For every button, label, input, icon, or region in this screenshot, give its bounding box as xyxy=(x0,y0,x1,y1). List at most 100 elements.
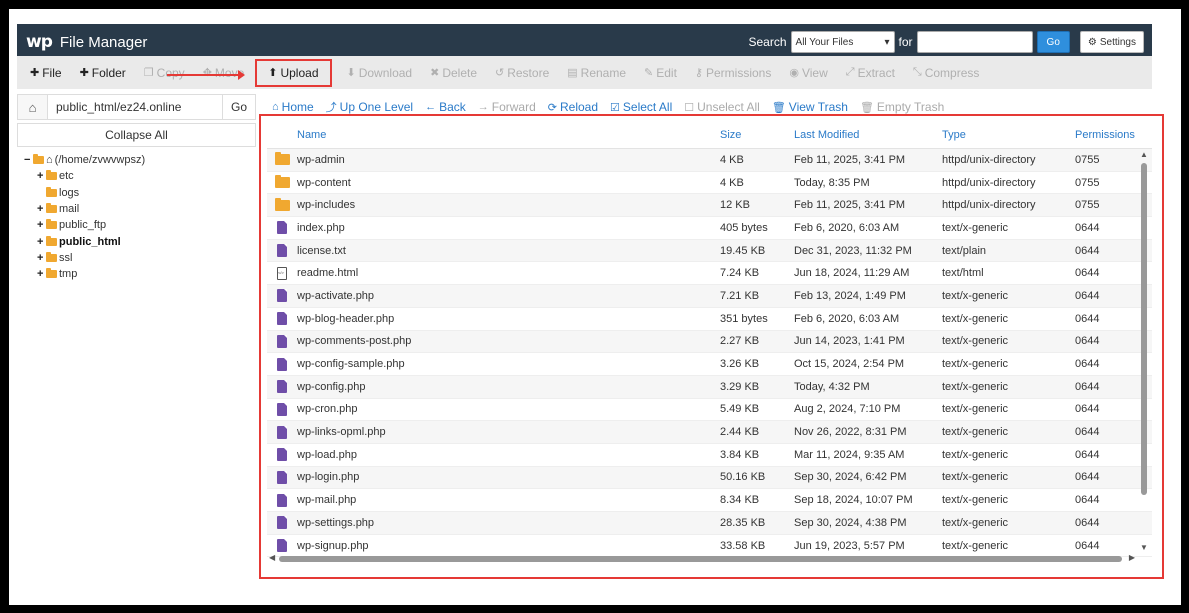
toolbar-copy-button[interactable]: ❐ Copy xyxy=(135,61,194,85)
trash-icon: 🗑 xyxy=(859,101,874,114)
nav-empty-trash-button[interactable]: 🗑 Empty Trash xyxy=(854,100,950,114)
table-row[interactable]: index.php 405 bytes Feb 6, 2020, 6:03 AM te… xyxy=(267,217,1152,240)
checkbox-checked-icon: ☑ xyxy=(610,101,620,114)
scroll-thumb-horizontal[interactable] xyxy=(279,556,1122,562)
tree-item[interactable]: + etc xyxy=(24,168,145,184)
file-size: 2.44 KB xyxy=(720,426,760,439)
file-name: wp-links-opml.php xyxy=(297,426,386,439)
tree-item[interactable]: + tmp xyxy=(24,266,145,282)
toolbar-download-button[interactable]: ⬇ Download xyxy=(338,61,422,85)
expand-icon[interactable]: + xyxy=(37,236,46,248)
path-go-button[interactable]: Go xyxy=(222,95,255,119)
rename-icon: ▤ xyxy=(567,67,578,79)
search-scope-select[interactable]: All Your Files ▾ xyxy=(790,31,895,53)
table-row[interactable]: wp-blog-header.php 351 bytes Feb 6, 2020, … xyxy=(267,308,1152,331)
table-row[interactable]: wp-admin 4 KB Feb 11, 2025, 3:41 PM httpd/u… xyxy=(267,149,1152,172)
file-permissions: 0755 xyxy=(1075,153,1100,166)
nav-label: Home xyxy=(281,100,314,114)
toolbar-edit-button[interactable]: ✎ Edit xyxy=(635,61,686,85)
file-type: text/html xyxy=(942,267,984,280)
table-row[interactable]: readme.html 7.24 KB Jun 18, 2024, 11:29 AM… xyxy=(267,262,1152,286)
up-level-icon: ⤴ xyxy=(325,102,337,114)
home-icon[interactable]: ⌂ xyxy=(18,95,48,119)
table-row[interactable]: wp-config.php 3.29 KB Today, 4:32 PM text/x… xyxy=(267,375,1152,399)
toolbar-delete-button[interactable]: ✖ Delete xyxy=(421,61,486,85)
file-size: 12 KB xyxy=(720,199,750,212)
table-row[interactable]: wp-content 4 KB Today, 8:35 PM httpd/unix-d… xyxy=(267,172,1152,195)
expand-icon[interactable]: + xyxy=(37,203,46,215)
expand-icon[interactable]: + xyxy=(37,219,46,231)
search-area: Search All Your Files ▾ for Go ⚙ Setting… xyxy=(749,31,1144,53)
tree-item[interactable]: + public_html xyxy=(24,233,145,249)
toolbar-upload-button[interactable]: ⬆ Upload xyxy=(255,58,332,87)
file-permissions: 0755 xyxy=(1075,199,1100,212)
table-row[interactable]: wp-activate.php 7.21 KB Feb 13, 2024, 1:49… xyxy=(267,285,1152,308)
toolbar-extract-button[interactable]: ⤢ Extract xyxy=(837,61,904,85)
nav-unselect-all-button[interactable]: ☐ Unselect All xyxy=(678,100,766,114)
file-name: wp-comments-post.php xyxy=(297,335,412,348)
nav-back-button[interactable]: ← Back xyxy=(419,100,472,114)
tree-item[interactable]: logs xyxy=(24,185,145,201)
collapse-all-button[interactable]: Collapse All xyxy=(17,123,256,147)
scroll-left-icon[interactable]: ◀ xyxy=(269,553,275,562)
table-row[interactable]: wp-cron.php 5.49 KB Aug 2, 2024, 7:10 PM te… xyxy=(267,399,1152,422)
tree-item[interactable]: + mail xyxy=(24,201,145,217)
table-row[interactable]: wp-config-sample.php 3.26 KB Oct 15, 2024,… xyxy=(267,353,1152,376)
scroll-thumb[interactable] xyxy=(1141,163,1147,495)
expand-icon[interactable]: + xyxy=(37,252,46,264)
path-input[interactable]: public_html/ez24.online xyxy=(48,95,222,119)
expand-icon[interactable]: + xyxy=(37,268,46,280)
html-file-icon xyxy=(267,266,297,280)
table-row[interactable]: wp-load.php 3.84 KB Mar 11, 2024, 9:35 AM t… xyxy=(267,444,1152,467)
folder-icon xyxy=(46,170,57,181)
scroll-up-icon[interactable]: ▲ xyxy=(1140,150,1148,159)
toolbar-view-button[interactable]: ◉ View xyxy=(780,61,836,85)
nav-select-all-button[interactable]: ☑ Select All xyxy=(604,100,678,114)
collapse-icon[interactable]: − xyxy=(24,154,33,166)
column-size[interactable]: Size xyxy=(720,129,794,141)
file-type: httpd/unix-directory xyxy=(942,199,1036,212)
nav-view-trash-button[interactable]: 🗑 View Trash xyxy=(766,100,854,114)
move-icon: ✥ xyxy=(202,67,212,79)
column-last-modified[interactable]: Last Modified xyxy=(794,129,942,141)
file-modified: Feb 6, 2020, 6:03 AM xyxy=(794,221,900,234)
column-name[interactable]: Name xyxy=(297,129,720,141)
file-type: text/plain xyxy=(942,244,987,257)
toolbar-permissions-button[interactable]: ⚷ Permissions xyxy=(686,61,780,85)
settings-button[interactable]: ⚙ Settings xyxy=(1079,31,1144,53)
table-row[interactable]: wp-links-opml.php 2.44 KB Nov 26, 2022, 8:… xyxy=(267,421,1152,444)
file-size: 7.24 KB xyxy=(720,267,760,280)
column-type[interactable]: Type xyxy=(942,129,1075,141)
scroll-down-icon[interactable]: ▼ xyxy=(1140,543,1148,552)
table-row[interactable]: wp-comments-post.php 2.27 KB Jun 14, 2023,… xyxy=(267,330,1152,354)
nav-label: Select All xyxy=(622,100,673,114)
table-row[interactable]: wp-login.php 50.16 KB Sep 30, 2024, 6:42 P… xyxy=(267,466,1152,490)
table-row[interactable]: wp-includes 12 KB Feb 11, 2025, 3:41 PM htt… xyxy=(267,194,1152,218)
table-row[interactable]: wp-mail.php 8.34 KB Sep 18, 2024, 10:07 PM… xyxy=(267,489,1152,512)
file-icon xyxy=(267,539,297,553)
toolbar-compress-button[interactable]: ⤡ Compress xyxy=(904,61,989,85)
tree-item[interactable]: + public_ftp xyxy=(24,217,145,233)
expand-icon[interactable]: + xyxy=(37,170,46,182)
column-permissions[interactable]: Permissions xyxy=(1075,129,1145,141)
toolbar-folder-button[interactable]: ✚ Folder xyxy=(71,61,135,85)
tree-item[interactable]: + ssl xyxy=(24,250,145,266)
toolbar-file-button[interactable]: ✚ File xyxy=(21,61,71,85)
toolbar-rename-button[interactable]: ▤ Rename xyxy=(558,61,635,85)
search-input[interactable] xyxy=(916,31,1033,53)
vertical-scrollbar[interactable]: ▲ ▼ xyxy=(1138,150,1150,552)
table-row[interactable]: license.txt 19.45 KB Dec 31, 2023, 11:32 P… xyxy=(267,239,1152,263)
horizontal-scrollbar[interactable]: ◀ ▶ xyxy=(267,553,1137,565)
file-modified: Mar 11, 2024, 9:35 AM xyxy=(794,448,905,461)
file-size: 33.58 KB xyxy=(720,539,766,552)
nav-reload-button[interactable]: ⟳ Reload xyxy=(542,100,604,114)
nav-home-button[interactable]: ⌂ Home xyxy=(266,100,320,114)
nav-forward-button[interactable]: → Forward xyxy=(472,100,542,114)
nav-up-one-level-button[interactable]: ⤴ Up One Level xyxy=(320,99,419,115)
scroll-right-icon[interactable]: ▶ xyxy=(1129,553,1135,562)
search-go-button[interactable]: Go xyxy=(1036,31,1070,53)
table-row[interactable]: wp-settings.php 28.35 KB Sep 30, 2024, 4:3… xyxy=(267,512,1152,535)
file-type: text/x-generic xyxy=(942,471,1009,484)
toolbar-restore-button[interactable]: ↺ Restore xyxy=(486,61,558,85)
tree-item[interactable]: − ⌂ (/home/zvwvwpsz) xyxy=(24,152,145,168)
